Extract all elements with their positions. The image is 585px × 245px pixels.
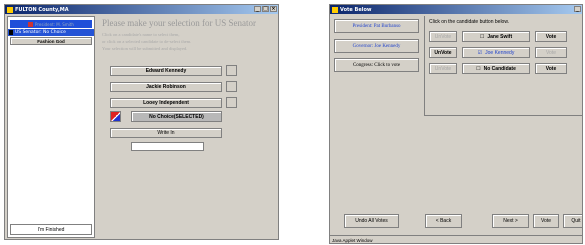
- candidate-looey-independent[interactable]: Looey Independent: [110, 98, 222, 108]
- sidebar-item-fashion[interactable]: Fashion God: [10, 37, 92, 45]
- sidebar-item-president[interactable]: President: M. Smith: [10, 20, 92, 28]
- page-title: Please make your selection for US Senato…: [102, 18, 256, 28]
- vote-button-2[interactable]: Vote: [535, 47, 567, 58]
- sidebar-item-senator[interactable]: US Senator: No Choice: [8, 29, 94, 36]
- unvote-button-3[interactable]: UnVote: [429, 63, 457, 74]
- write-in-button[interactable]: Write In: [110, 128, 222, 138]
- unvote-button-2[interactable]: UnVote: [429, 47, 457, 58]
- left-window-title: FULTON County,MA: [15, 6, 69, 13]
- minimize-icon[interactable]: _: [254, 6, 261, 12]
- undo-all-votes-button[interactable]: Undo All Votes: [344, 214, 399, 228]
- instruction-1: Click on a candidate's name to select th…: [102, 32, 180, 37]
- vote-button-1[interactable]: Vote: [535, 31, 567, 42]
- candidate-jane-swift[interactable]: ☐ Jane Swift: [462, 31, 530, 42]
- write-in-input[interactable]: [131, 142, 204, 151]
- unchecked-icon: ☐: [479, 33, 485, 40]
- vote-button-3[interactable]: Vote: [535, 63, 567, 74]
- status-text: Java Applet Window: [332, 238, 373, 243]
- race-president[interactable]: President: Pat Burbanso: [334, 19, 419, 33]
- maximize-icon[interactable]: □: [262, 6, 269, 12]
- left-title-bar: FULTON County,MA _ □ ×: [5, 5, 278, 14]
- race-governor[interactable]: Governor: Joe Kennedy: [334, 39, 419, 53]
- candidate-jackie-robinson[interactable]: Jackie Robinson: [110, 82, 222, 92]
- applet-icon: [332, 6, 338, 13]
- candidate-joe-kennedy[interactable]: ☑ Joe Kennedy: [462, 47, 530, 58]
- right-window-controls: _: [574, 6, 581, 12]
- status-bar: Java Applet Window: [330, 235, 582, 243]
- candidate-checkbox-2[interactable]: [226, 81, 237, 92]
- quit-button[interactable]: Quit: [563, 214, 582, 228]
- unvote-button-1[interactable]: UnVote: [429, 31, 457, 42]
- candidate-no-candidate[interactable]: ☐ No Candidate: [462, 63, 530, 74]
- candidate-checkbox-1[interactable]: [226, 65, 237, 76]
- selected-flag-icon: [110, 111, 121, 122]
- vote-button[interactable]: Vote: [533, 214, 559, 228]
- sidebar: President: M. Smith US Senator: No Choic…: [7, 16, 95, 238]
- candidate-checkbox-3[interactable]: [226, 97, 237, 108]
- right-title-bar: Vote Below _: [330, 5, 582, 14]
- right-window-title: Vote Below: [340, 6, 372, 13]
- right-window: Vote Below _ President: Pat Burbanso Gov…: [329, 4, 583, 244]
- app-icon: [7, 6, 13, 13]
- arrow-icon: [9, 30, 13, 35]
- next-button[interactable]: Next >: [492, 214, 529, 228]
- vote-panel: Click on the candidate button below. UnV…: [424, 16, 582, 116]
- unchecked-icon: ☐: [476, 65, 481, 72]
- instruction-2: or click on a selected candidate to de-s…: [102, 39, 192, 44]
- checked-icon: ☑: [477, 49, 483, 56]
- candidate-edward-kennedy[interactable]: Edward Kennedy: [110, 66, 222, 76]
- race-congress[interactable]: Congress: Click to vote: [334, 58, 419, 72]
- back-button[interactable]: < Back: [425, 214, 462, 228]
- minimize-icon[interactable]: _: [574, 6, 581, 12]
- finish-button[interactable]: I'm Finished: [10, 224, 92, 235]
- vote-instruction: Click on the candidate button below.: [429, 19, 510, 25]
- window-controls: _ □ ×: [254, 6, 277, 12]
- left-window: FULTON County,MA _ □ × President: M. Smi…: [4, 4, 279, 240]
- instruction-3: Your selection will be submitted and dis…: [102, 46, 188, 51]
- close-icon[interactable]: ×: [270, 6, 277, 12]
- no-choice-button[interactable]: No Choice(SELECTED): [131, 111, 222, 122]
- flag-icon: [28, 21, 34, 27]
